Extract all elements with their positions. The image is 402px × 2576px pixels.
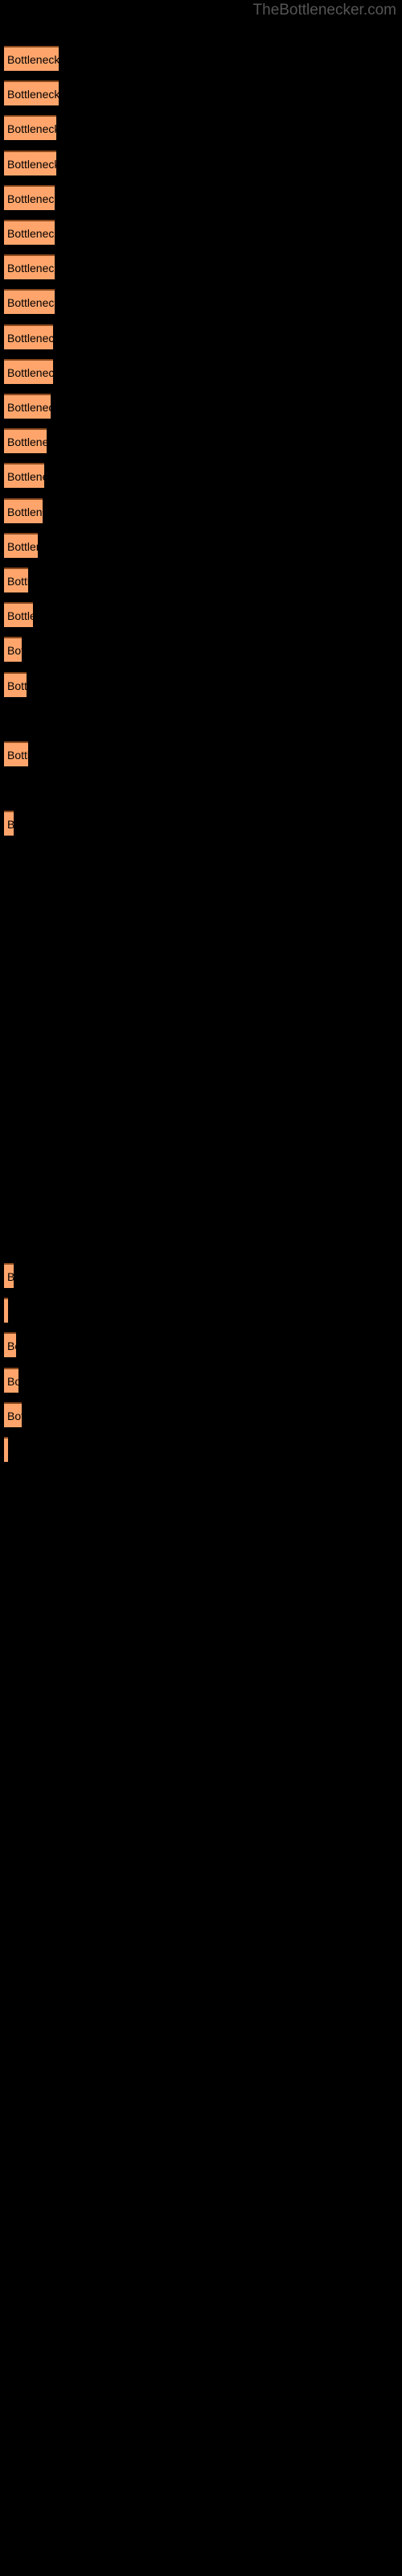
bar-fill: Bottleneck result (4, 115, 56, 141)
bar-row: Bottleneck result (4, 1367, 18, 1393)
bar-row: Bottleneck result (4, 568, 28, 592)
bar-fill: Bottleneck result (4, 150, 56, 175)
bar-value-label: Bottleneck result (7, 122, 56, 136)
bar-fill: Bottleneck result (4, 1402, 22, 1427)
bar-row: Bottleneck result (4, 671, 27, 697)
bar-value-label: Bottleneck result (7, 575, 28, 588)
bar-fill: Bottleneck result (4, 46, 59, 71)
bar-value-label: Bottleneck result (7, 1340, 16, 1353)
bar-value-label: Bottleneck result (7, 227, 55, 240)
bar-row: Bottleneck result (4, 1263, 14, 1288)
bar-fill: Bottleneck result (4, 324, 53, 349)
bar-fill: Bottleneck result (4, 568, 28, 592)
bar-fill: Bottleneck result (4, 184, 55, 210)
bar-value-label: Bottleneck result (7, 470, 44, 484)
bar-row: Bottleneck result (4, 358, 53, 384)
bar-value-label: Bottleneck result (7, 1299, 8, 1323)
bar-value-label: Bottleneck result (7, 262, 55, 275)
bar-row: Bottleneck result (4, 602, 33, 628)
bar-fill: Bottleneck result (4, 811, 14, 836)
bar-row: Bottleneck result (4, 463, 44, 489)
bar-value-label: Bottleneck result (7, 812, 14, 836)
bar-row: Bottleneck result (4, 637, 22, 663)
bar-fill: Bottleneck result (4, 289, 55, 315)
bar-value-label: Bottleneck result (7, 331, 53, 345)
bar-fill: Bottleneck result (4, 394, 51, 419)
bar-fill: Bottleneck result (4, 637, 22, 663)
bar-value-label: Bottleneck result (7, 644, 22, 658)
bar-fill: Bottleneck result (4, 428, 47, 454)
bar-row: Bottleneck result (4, 254, 55, 280)
bar-value-label: Bottleneck result (7, 401, 51, 414)
bar-value-label: Bottleneck result (7, 157, 56, 171)
bar-fill: Bottleneck result (4, 1263, 14, 1288)
bar-row: Bottleneck result (4, 741, 28, 766)
bar-value-label: Bottleneck result (7, 436, 47, 449)
bar-value-label: Bottleneck result (7, 365, 53, 379)
bar-row: Bottleneck result (4, 80, 59, 106)
bar-row: Bottleneck result (4, 289, 55, 315)
bar-fill: Bottleneck result (4, 1332, 16, 1358)
bar-row: Bottleneck result (4, 1332, 16, 1358)
bar-fill: Bottleneck result (4, 220, 55, 245)
bar-fill: Bottleneck result (4, 741, 28, 766)
bar-fill: Bottleneck result (4, 1298, 8, 1323)
bar-value-label: Bottleneck result (7, 679, 27, 692)
bar-value-label: Bottleneck result (7, 609, 33, 623)
bar-fill: Bottleneck result (4, 358, 53, 384)
bar-value-label: Bottleneck result (7, 539, 38, 553)
bar-fill: Bottleneck result (4, 1437, 8, 1462)
bar-fill: Bottleneck result (4, 80, 59, 106)
bar-value-label: Bottleneck result (7, 296, 55, 310)
bar-row: Bottleneck result (4, 220, 55, 245)
bar-value-label: Bottleneck result (7, 1409, 22, 1422)
bar-value-label: Bottleneck result (7, 749, 28, 762)
bar-row: Bottleneck result (4, 532, 38, 558)
plot-area: Bottleneck result Bottleneck result Bottle… (0, 0, 402, 2576)
bar-value-label: Bottleneck result (7, 1265, 14, 1288)
bar-row: Bottleneck result (4, 1437, 8, 1462)
bar-value-label: Bottleneck result (7, 505, 43, 518)
bar-row: Bottleneck result (4, 428, 47, 454)
bar-row: Bottleneck result (4, 1298, 8, 1323)
bar-row: Bottleneck result (4, 1402, 22, 1427)
bar-row: Bottleneck result (4, 184, 55, 210)
bar-fill: Bottleneck result (4, 602, 33, 628)
bar-value-label: Bottleneck result (7, 1374, 18, 1388)
bar-fill: Bottleneck result (4, 671, 27, 697)
bar-value-label: Bottleneck result (7, 192, 55, 205)
bar-fill: Bottleneck result (4, 1367, 18, 1393)
bar-row: Bottleneck result (4, 324, 53, 349)
bar-fill: Bottleneck result (4, 532, 38, 558)
bar-value-label: Bottleneck result (7, 53, 59, 66)
bar-fill: Bottleneck result (4, 254, 55, 280)
bar-row: Bottleneck result (4, 497, 43, 523)
bar-value-label: Bottleneck result (7, 1439, 8, 1462)
bar-row: Bottleneck result (4, 115, 56, 141)
bar-row: Bottleneck result (4, 394, 51, 419)
bar-row: Bottleneck result (4, 150, 56, 175)
bar-row: Bottleneck result (4, 46, 59, 71)
bar-value-label: Bottleneck result (7, 88, 59, 101)
bar-chart: TheBottlenecker.com Bottleneck resultBot… (0, 0, 402, 2576)
bar-fill: Bottleneck result (4, 497, 43, 523)
bar-fill: Bottleneck result (4, 463, 44, 489)
bar-row: Bottleneck result (4, 811, 14, 836)
